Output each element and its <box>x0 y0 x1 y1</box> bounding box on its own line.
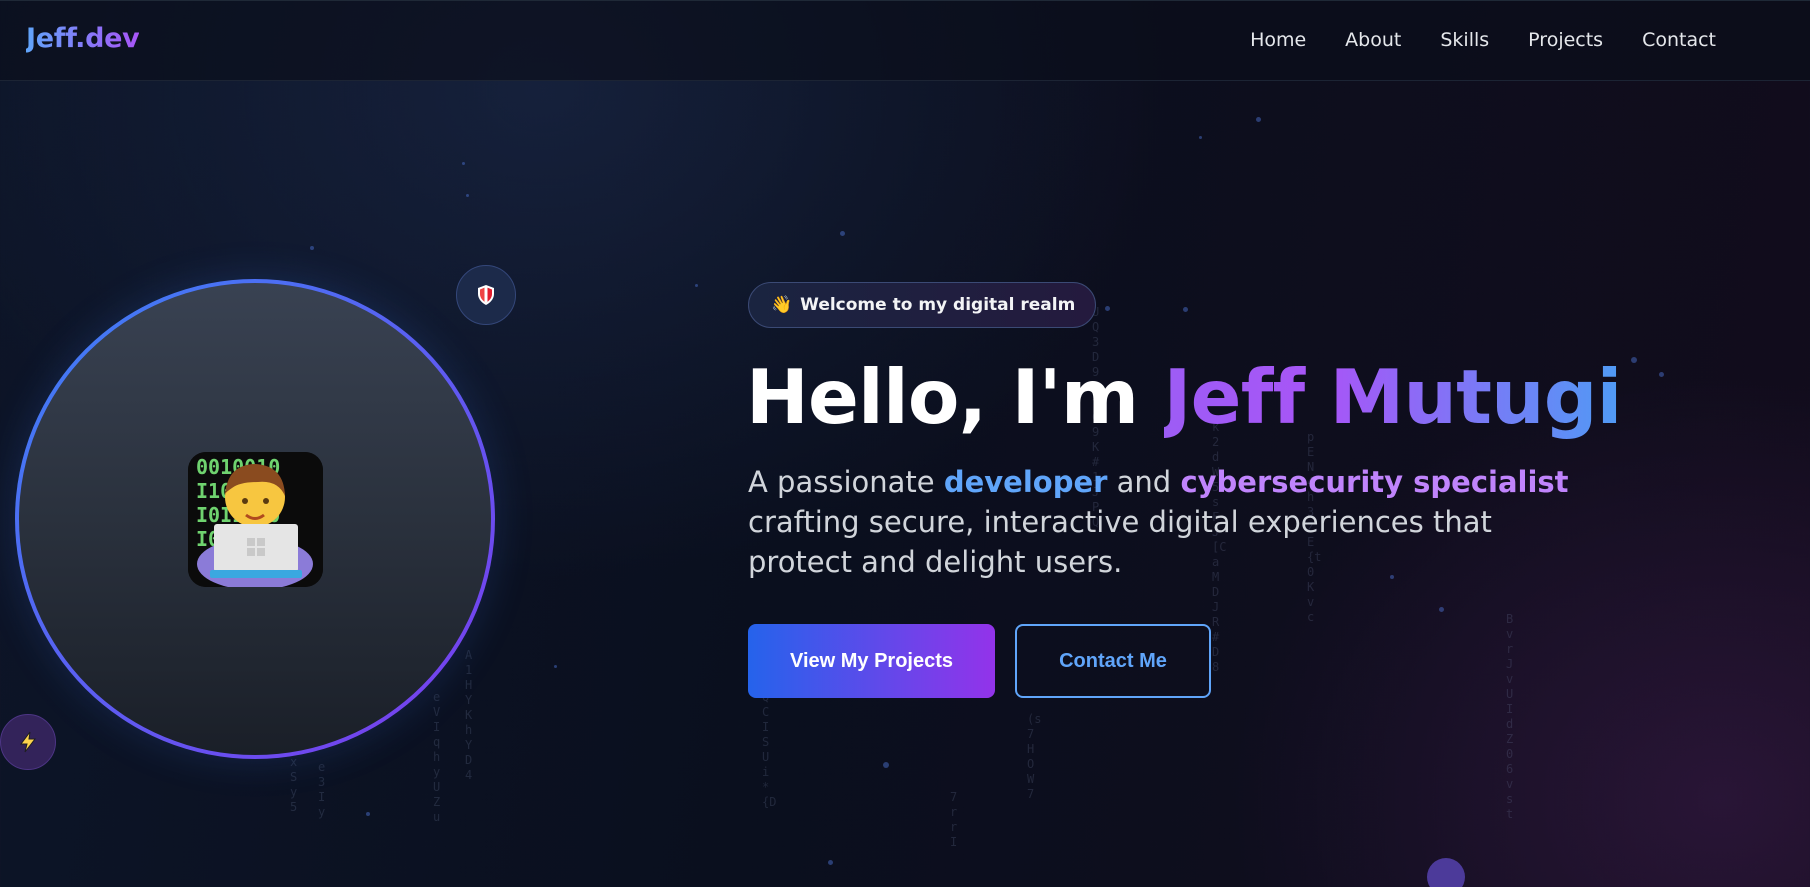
navbar: Jeff.dev Home About Skills Projects Cont… <box>0 0 1810 81</box>
shield-icon <box>478 285 494 305</box>
matrix-rain-column: QCISUi*{D <box>762 690 777 809</box>
nav-link-about[interactable]: About <box>1345 29 1401 51</box>
subtitle-text: and <box>1107 465 1181 499</box>
nav-link-projects[interactable]: Projects <box>1528 29 1603 51</box>
welcome-badge-text: Welcome to my digital realm <box>800 295 1076 315</box>
hero-name: Jeff Mutugi <box>1163 353 1623 441</box>
subtitle-text: A passionate <box>748 465 944 499</box>
contact-me-button[interactable]: Contact Me <box>1015 624 1211 698</box>
waving-hand-icon: 👋 <box>771 295 793 315</box>
matrix-rain-column: e3Iy <box>318 760 326 819</box>
matrix-rain-column: xSy5 <box>290 755 298 814</box>
welcome-badge: 👋 Welcome to my digital realm <box>748 282 1097 328</box>
matrix-rain-column: A1HYKhYD4 <box>465 648 473 782</box>
nav-link-skills[interactable]: Skills <box>1440 29 1489 51</box>
subtitle-highlight-developer: developer <box>943 465 1108 499</box>
lightning-badge <box>0 714 56 770</box>
profile-avatar: 0010010 I10I00I I0II0I0 I0III0I <box>19 283 491 755</box>
hero-title: Hello, I'm Jeff Mutugi <box>746 352 1622 442</box>
profile-avatar-ring: 0010010 I10I00I I0II0I0 I0III0I <box>15 279 495 759</box>
nav-links: Home About Skills Projects Contact <box>1250 29 1716 51</box>
matrix-rain-column: BvrJvUIdZ06vst <box>1506 612 1514 821</box>
view-projects-button[interactable]: View My Projects <box>748 624 995 698</box>
technologist-icon: 0010010 I10I00I I0II0I0 I0III0I <box>187 451 323 587</box>
hero-greeting: Hello, I'm <box>746 353 1164 441</box>
subtitle-highlight-cybersecurity: cybersecurity specialist <box>1180 465 1569 499</box>
lightning-icon <box>20 731 37 753</box>
nav-link-contact[interactable]: Contact <box>1642 29 1716 51</box>
matrix-rain-column: 7rrI <box>950 790 958 849</box>
shield-badge <box>456 265 516 325</box>
hero-subtitle: A passionate developer and cybersecurity… <box>748 462 1598 582</box>
nav-link-home[interactable]: Home <box>1250 29 1306 51</box>
matrix-rain-column: (s7HOW7 <box>1027 712 1042 801</box>
site-logo[interactable]: Jeff.dev <box>26 23 140 54</box>
matrix-rain-column: eVIqhyUZu <box>433 690 441 824</box>
